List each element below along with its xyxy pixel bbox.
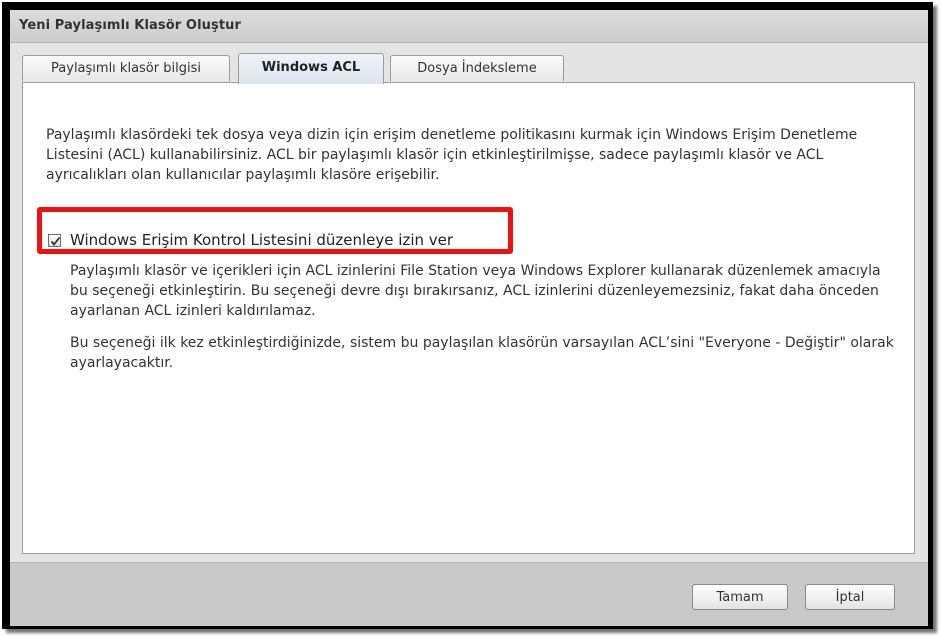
dialog-footer: Tamam İptal <box>10 562 928 626</box>
tab-shared-folder-info[interactable]: Paylaşımlı klasör bilgisi <box>22 55 230 81</box>
tab-file-indexing[interactable]: Dosya İndeksleme <box>390 55 564 81</box>
ok-button[interactable]: Tamam <box>692 584 788 610</box>
cancel-button[interactable]: İptal <box>805 584 895 610</box>
window-title: Yeni Paylaşımlı Klasör Oluştur <box>19 18 241 33</box>
screenshot-frame: Yeni Paylaşımlı Klasör Oluştur Paylaşıml… <box>2 2 933 629</box>
acl-description-2: Bu seçeneği ilk kez etkinleştirdiğinizde… <box>70 335 894 371</box>
acl-checkbox[interactable] <box>48 233 61 247</box>
intro-text: Paylaşımlı klasördeki tek dosya veya diz… <box>46 127 858 183</box>
acl-checkbox-label[interactable]: Windows Erişim Kontrol Listesini düzenle… <box>70 231 453 249</box>
tab-content-panel: Paylaşımlı klasördeki tek dosya veya diz… <box>22 82 915 554</box>
acl-description-1: Paylaşımlı klasör ve içerikleri için ACL… <box>70 263 881 319</box>
checkmark-icon <box>50 236 61 246</box>
tab-windows-acl[interactable]: Windows ACL <box>238 53 384 84</box>
title-bar: Yeni Paylaşımlı Klasör Oluştur <box>10 10 928 43</box>
acl-checkbox-row[interactable]: Windows Erişim Kontrol Listesini düzenle… <box>48 229 453 251</box>
dialog-window: Yeni Paylaşımlı Klasör Oluştur Paylaşıml… <box>10 10 928 626</box>
